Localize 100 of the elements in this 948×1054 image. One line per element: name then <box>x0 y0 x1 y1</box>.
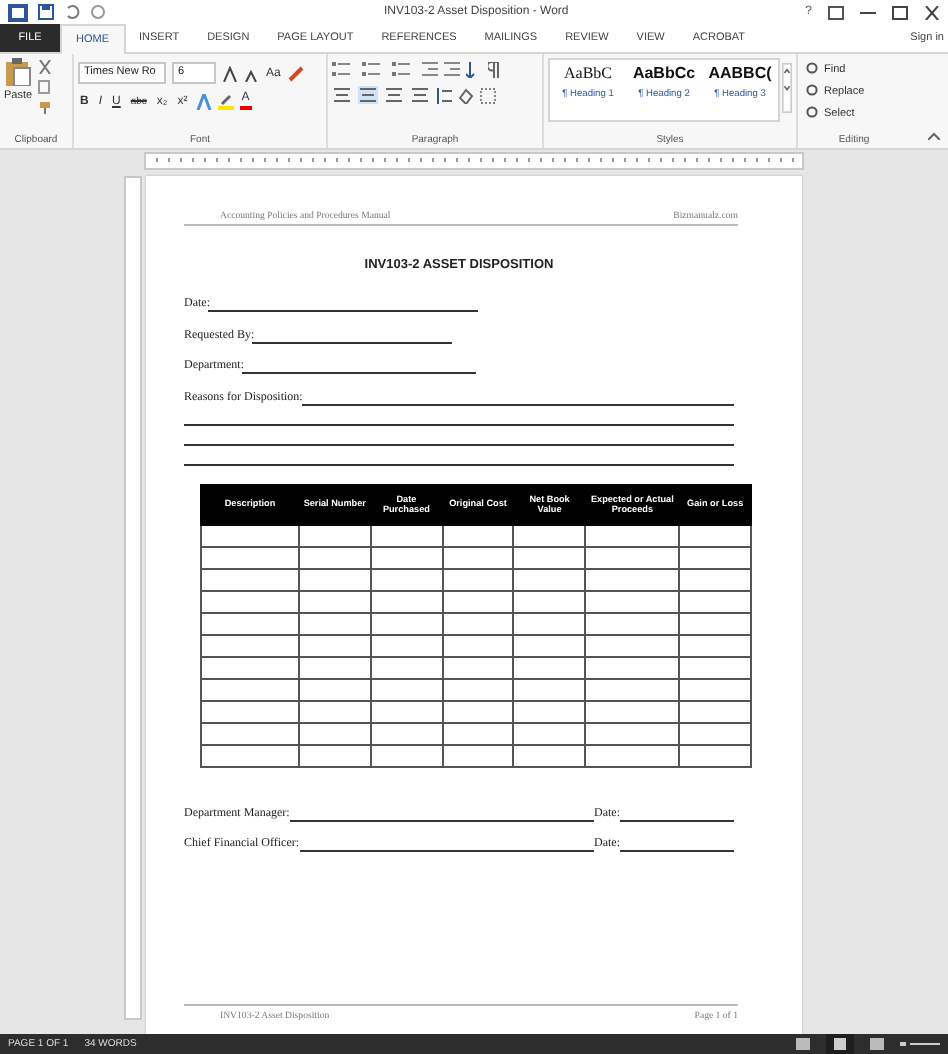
table-cell[interactable] <box>201 590 299 612</box>
save-icon[interactable] <box>38 4 54 20</box>
table-cell[interactable] <box>442 590 514 612</box>
table-cell[interactable] <box>442 678 514 700</box>
close-icon[interactable] <box>924 5 940 19</box>
table-cell[interactable] <box>679 656 751 678</box>
table-cell[interactable] <box>585 700 680 722</box>
align-icon[interactable] <box>410 86 430 104</box>
clear-formatting-icon[interactable] <box>288 65 305 81</box>
table-cell[interactable] <box>299 568 371 590</box>
table-cell[interactable] <box>679 568 751 590</box>
table-cell[interactable] <box>370 568 443 590</box>
shrink-font-icon[interactable] <box>244 65 258 81</box>
table-cell[interactable] <box>201 546 299 568</box>
line-spacing-icon[interactable] <box>436 87 452 103</box>
table-cell[interactable] <box>513 568 586 590</box>
table-cell[interactable] <box>679 612 751 634</box>
table-cell[interactable] <box>370 678 443 700</box>
table-cell[interactable] <box>513 722 586 744</box>
list-icon[interactable] <box>332 62 356 78</box>
table-cell[interactable] <box>513 678 586 700</box>
table-cell[interactable] <box>679 634 751 656</box>
table-cell[interactable] <box>370 590 443 612</box>
table-cell[interactable] <box>585 722 680 744</box>
table-cell[interactable] <box>585 590 680 612</box>
list-icon[interactable] <box>362 62 386 78</box>
cut-icon[interactable] <box>38 60 53 74</box>
maximize-icon[interactable] <box>892 5 908 19</box>
table-cell[interactable] <box>442 524 514 546</box>
borders-icon[interactable] <box>480 87 496 103</box>
align-icon[interactable] <box>332 86 352 104</box>
table-cell[interactable] <box>442 634 514 656</box>
table-cell[interactable] <box>513 546 586 568</box>
table-cell[interactable] <box>585 634 680 656</box>
table-cell[interactable] <box>679 744 751 766</box>
table-cell[interactable] <box>679 678 751 700</box>
table-cell[interactable] <box>201 744 299 766</box>
table-cell[interactable] <box>585 678 680 700</box>
table-cell[interactable] <box>679 524 751 546</box>
table-cell[interactable] <box>370 634 443 656</box>
table-cell[interactable] <box>299 744 371 766</box>
table-cell[interactable] <box>679 722 751 744</box>
table-cell[interactable] <box>442 700 514 722</box>
table-cell[interactable] <box>370 722 443 744</box>
table-cell[interactable] <box>201 634 299 656</box>
format-painter-icon[interactable] <box>38 100 53 114</box>
table-cell[interactable] <box>201 612 299 634</box>
table-cell[interactable] <box>299 634 371 656</box>
gallery-scroll-icon[interactable] <box>782 58 792 118</box>
grow-font-icon[interactable] <box>222 65 238 81</box>
table-cell[interactable] <box>370 524 443 546</box>
table-cell[interactable] <box>585 524 680 546</box>
table-cell[interactable] <box>370 546 443 568</box>
table-cell[interactable] <box>299 524 371 546</box>
table-cell[interactable] <box>585 744 680 766</box>
table-cell[interactable] <box>442 656 514 678</box>
table-cell[interactable] <box>513 612 586 634</box>
table-cell[interactable] <box>679 700 751 722</box>
table-cell[interactable] <box>201 656 299 678</box>
table-cell[interactable] <box>370 612 443 634</box>
align-icon[interactable] <box>358 86 378 104</box>
table-cell[interactable] <box>201 568 299 590</box>
table-cell[interactable] <box>201 722 299 744</box>
table-cell[interactable] <box>299 722 371 744</box>
table-cell[interactable] <box>513 590 586 612</box>
text-effects-icon[interactable] <box>195 93 212 109</box>
table-cell[interactable] <box>585 546 680 568</box>
table-cell[interactable] <box>442 568 514 590</box>
table-cell[interactable] <box>513 656 586 678</box>
table-cell[interactable] <box>513 744 586 766</box>
table-cell[interactable] <box>513 700 586 722</box>
indent-icon[interactable] <box>444 62 460 78</box>
table-cell[interactable] <box>513 634 586 656</box>
table-cell[interactable] <box>679 590 751 612</box>
collapse-ribbon-icon[interactable] <box>928 132 940 140</box>
table-cell[interactable] <box>585 612 680 634</box>
table-cell[interactable] <box>585 568 680 590</box>
table-cell[interactable] <box>442 546 514 568</box>
table-cell[interactable] <box>370 700 443 722</box>
table-cell[interactable] <box>513 524 586 546</box>
table-cell[interactable] <box>679 546 751 568</box>
list-icon[interactable] <box>392 62 416 78</box>
table-cell[interactable] <box>299 678 371 700</box>
table-cell[interactable] <box>299 700 371 722</box>
table-cell[interactable] <box>370 744 443 766</box>
pilcrow-icon[interactable] <box>488 62 500 78</box>
print-layout-icon[interactable] <box>826 1034 854 1054</box>
table-cell[interactable] <box>299 612 371 634</box>
table-cell[interactable] <box>299 546 371 568</box>
table-cell[interactable] <box>442 722 514 744</box>
copy-icon[interactable] <box>38 80 53 94</box>
align-icon[interactable] <box>384 86 404 104</box>
highlight-icon[interactable] <box>217 93 234 109</box>
table-cell[interactable] <box>201 700 299 722</box>
table-cell[interactable] <box>585 656 680 678</box>
table-cell[interactable] <box>201 524 299 546</box>
table-cell[interactable] <box>442 612 514 634</box>
table-cell[interactable] <box>442 744 514 766</box>
indent-icon[interactable] <box>422 62 438 78</box>
table-cell[interactable] <box>299 656 371 678</box>
